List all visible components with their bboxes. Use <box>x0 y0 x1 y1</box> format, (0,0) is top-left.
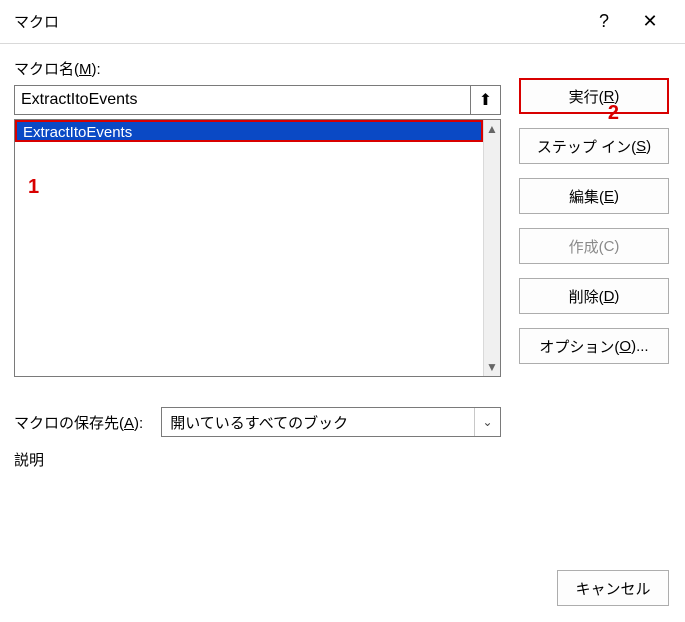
macro-name-label: マクロ名(M): <box>14 58 501 79</box>
chevron-down-icon: ⌄ <box>474 408 500 436</box>
select-value: 開いているすべてのブック <box>170 412 348 433</box>
titlebar: マクロ ? ✕ <box>0 0 685 44</box>
dialog-title: マクロ <box>14 11 581 32</box>
macro-name-input[interactable] <box>14 85 471 115</box>
save-location-label: マクロの保存先(A): <box>14 412 143 433</box>
dialog-content: 2 マクロ名(M): ⬆ ExtractItoEvents ▲ ▼ マクロの保存… <box>0 44 685 470</box>
annotation-1: 1 <box>28 176 39 199</box>
delete-button[interactable]: 削除(D) <box>519 278 669 314</box>
arrow-up-icon[interactable]: ⬆ <box>471 85 501 115</box>
macro-list[interactable]: ExtractItoEvents ▲ ▼ <box>14 119 501 377</box>
cancel-button[interactable]: キャンセル <box>557 570 669 606</box>
description-label: 説明 <box>14 449 501 470</box>
run-button[interactable]: 実行(R) <box>519 78 669 114</box>
close-button[interactable]: ✕ <box>627 11 673 32</box>
step-in-button[interactable]: ステップ イン(S) <box>519 128 669 164</box>
scroll-up-icon[interactable]: ▲ <box>484 120 500 138</box>
save-location-select[interactable]: 開いているすべてのブック ⌄ <box>161 407 501 437</box>
create-button: 作成(C) <box>519 228 669 264</box>
scroll-down-icon[interactable]: ▼ <box>484 358 500 376</box>
annotation-2: 2 <box>608 102 619 125</box>
edit-button[interactable]: 編集(E) <box>519 178 669 214</box>
options-button[interactable]: オプション(O)... <box>519 328 669 364</box>
scrollbar[interactable]: ▲ ▼ <box>483 120 501 376</box>
list-item[interactable]: ExtractItoEvents <box>15 120 483 142</box>
help-button[interactable]: ? <box>581 11 627 32</box>
